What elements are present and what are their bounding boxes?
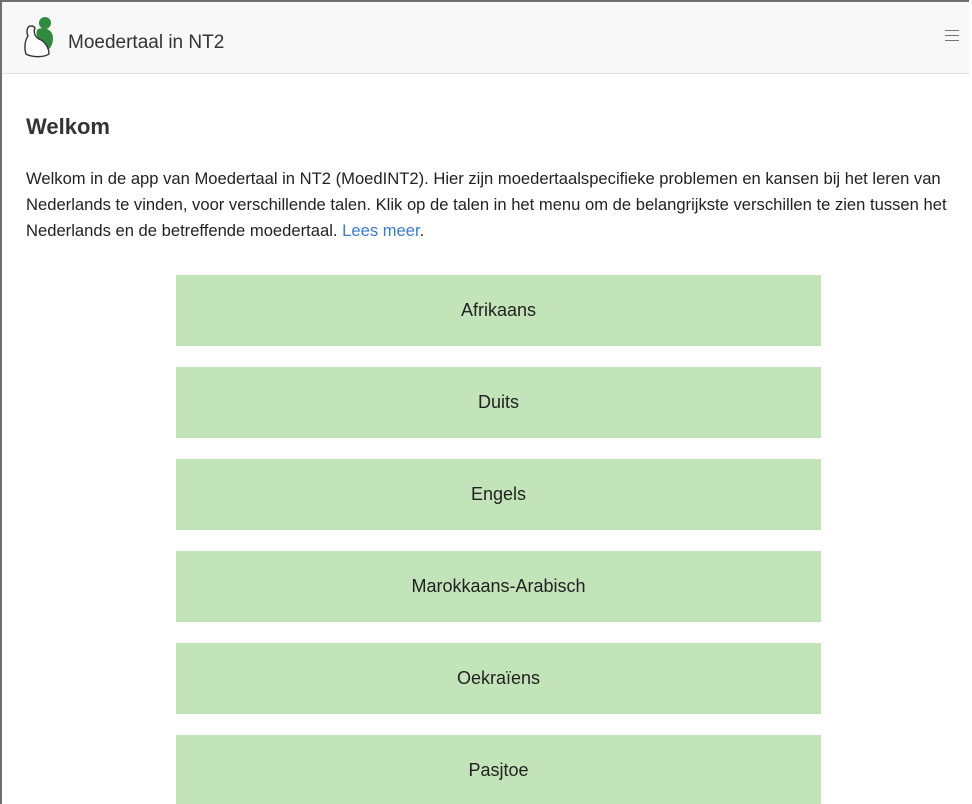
language-button-engels[interactable]: Engels: [176, 459, 821, 530]
language-button-oekraiens[interactable]: Oekraïens: [176, 643, 821, 714]
two-people-logo-icon[interactable]: [23, 16, 55, 58]
app-window: Moedertaal in NT2 Welkom Welkom in de ap…: [0, 0, 969, 804]
language-button-afrikaans[interactable]: Afrikaans: [176, 275, 821, 346]
language-button-duits[interactable]: Duits: [176, 367, 821, 438]
read-more-link[interactable]: Lees meer: [342, 221, 419, 240]
intro-paragraph: Welkom in de app van Moedertaal in NT2 (…: [26, 166, 969, 244]
intro-text: Welkom in de app van Moedertaal in NT2 (…: [26, 169, 947, 240]
brand-title[interactable]: Moedertaal in NT2: [68, 32, 224, 54]
language-list: Afrikaans Duits Engels Marokkaans-Arabis…: [176, 275, 821, 804]
hamburger-menu-icon[interactable]: [945, 30, 959, 44]
navbar: Moedertaal in NT2: [2, 2, 969, 74]
language-button-pasjtoe[interactable]: Pasjtoe: [176, 735, 821, 804]
language-button-marokkaans-arabisch[interactable]: Marokkaans-Arabisch: [176, 551, 821, 622]
page-title: Welkom: [26, 114, 110, 139]
intro-suffix: .: [419, 221, 425, 240]
